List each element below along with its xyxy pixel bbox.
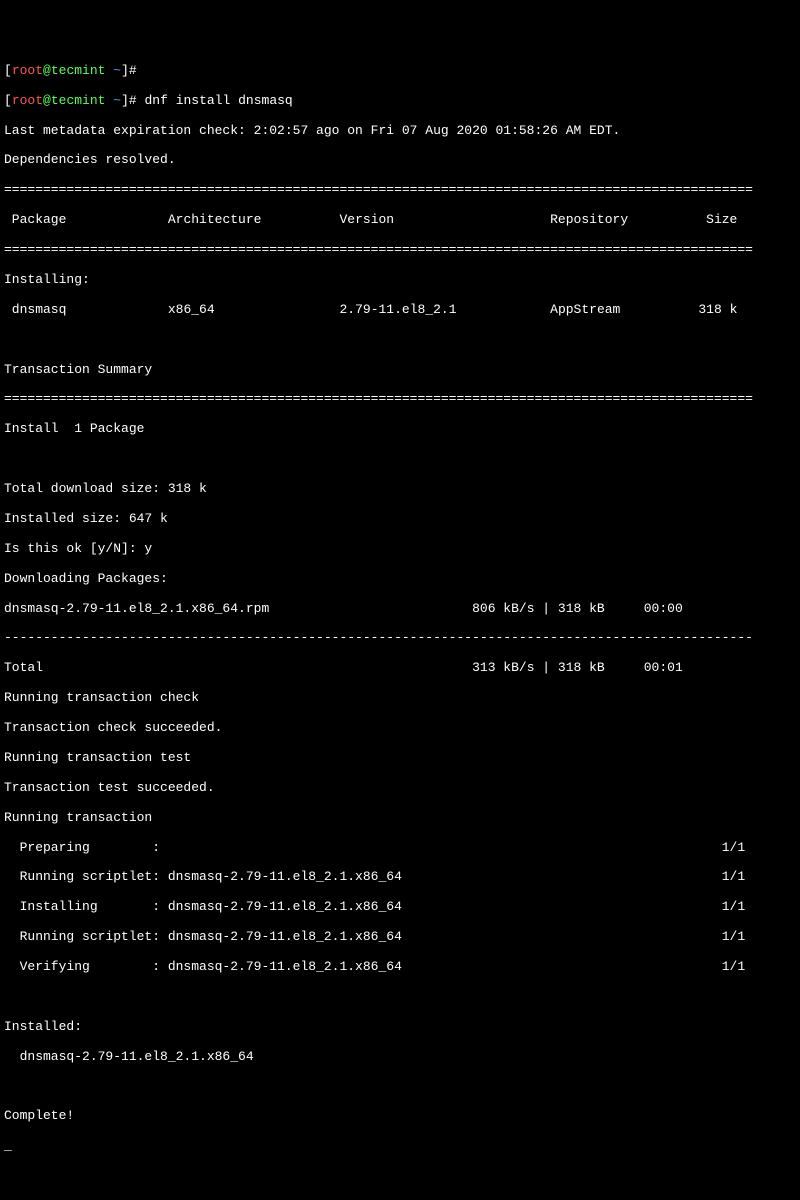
table-row: dnsmasq x86_64 2.79-11.el8_2.1 AppStream…: [4, 303, 796, 318]
deps-line: Dependencies resolved.: [4, 153, 796, 168]
pkg-repo: AppStream: [550, 302, 620, 317]
trans-check: Running transaction check: [4, 691, 796, 706]
step-row: Running scriptlet: dnsmasq-2.79-11.el8_2…: [4, 870, 796, 885]
total-row: Total 313 kB/s | 318 kB 00:01: [4, 661, 796, 676]
step-ratio: 1/1: [722, 899, 745, 914]
step-prep: Preparing :: [4, 840, 160, 855]
separator: ========================================…: [4, 183, 796, 198]
step-ratio: 1/1: [722, 959, 745, 974]
test-ok: Transaction test succeeded.: [4, 781, 796, 796]
separator: ========================================…: [4, 243, 796, 258]
installing-label: Installing:: [4, 273, 796, 288]
pkg-size: 318 k: [698, 302, 737, 317]
rpm-speed: 806 kB/s | 318 kB: [472, 601, 605, 616]
step-ratio: 1/1: [722, 929, 745, 944]
col-package: Package: [4, 212, 66, 227]
blank: [4, 452, 796, 467]
blank: [4, 333, 796, 348]
bracket: [: [4, 63, 12, 78]
blank: [4, 990, 796, 1005]
step-scriptlet: Running scriptlet: dnsmasq-2.79-11.el8_2…: [4, 869, 402, 884]
complete: Complete!: [4, 1109, 796, 1124]
total-time: 00:01: [644, 660, 683, 675]
step-install: Installing : dnsmasq-2.79-11.el8_2.1.x86…: [4, 899, 402, 914]
installed-label: Installed:: [4, 1020, 796, 1035]
confirm-prompt[interactable]: Is this ok [y/N]: y: [4, 542, 796, 557]
step-scriptlet: Running scriptlet: dnsmasq-2.79-11.el8_2…: [4, 929, 402, 944]
prompt-host: tecmint: [51, 63, 106, 78]
rpm-time: 00:00: [644, 601, 683, 616]
metadata-line: Last metadata expiration check: 2:02:57 …: [4, 124, 796, 139]
bracket: ]: [121, 63, 129, 78]
separator: ========================================…: [4, 392, 796, 407]
prompt-at: @: [43, 93, 51, 108]
prompt-path: ~: [113, 63, 121, 78]
pkg-version: 2.79-11.el8_2.1: [339, 302, 456, 317]
step-ratio: 1/1: [722, 869, 745, 884]
downloading-label: Downloading Packages:: [4, 572, 796, 587]
install-count: Install 1 Package: [4, 422, 796, 437]
prompt-hash: #: [129, 93, 137, 108]
pkg-name: dnsmasq: [4, 302, 66, 317]
command-text: dnf install dnsmasq: [137, 93, 293, 108]
check-ok: Transaction check succeeded.: [4, 721, 796, 736]
installed-pkg: dnsmasq-2.79-11.el8_2.1.x86_64: [4, 1050, 796, 1065]
cursor[interactable]: _: [4, 1139, 796, 1154]
prompt-hash: #: [129, 63, 137, 78]
prompt-line-2[interactable]: [root@tecmint ~]# dnf install dnsmasq: [4, 94, 796, 109]
prompt-host: tecmint: [51, 93, 106, 108]
col-size: Size: [706, 212, 737, 227]
dash-separator: ----------------------------------------…: [4, 631, 796, 646]
step-row: Verifying : dnsmasq-2.79-11.el8_2.1.x86_…: [4, 960, 796, 975]
download-size: Total download size: 318 k: [4, 482, 796, 497]
total-label: Total: [4, 660, 43, 675]
prompt-user: root: [12, 93, 43, 108]
step-row: Running scriptlet: dnsmasq-2.79-11.el8_2…: [4, 930, 796, 945]
rpm-file: dnsmasq-2.79-11.el8_2.1.x86_64.rpm: [4, 601, 269, 616]
running-trans: Running transaction: [4, 811, 796, 826]
prompt-line-1: [root@tecmint ~]#: [4, 64, 796, 79]
blank: [4, 1080, 796, 1095]
download-row: dnsmasq-2.79-11.el8_2.1.x86_64.rpm 806 k…: [4, 602, 796, 617]
prompt-user: root: [12, 63, 43, 78]
trans-test: Running transaction test: [4, 751, 796, 766]
col-arch: Architecture: [168, 212, 262, 227]
prompt-at: @: [43, 63, 51, 78]
trans-summary-label: Transaction Summary: [4, 363, 796, 378]
step-verify: Verifying : dnsmasq-2.79-11.el8_2.1.x86_…: [4, 959, 402, 974]
step-row: Preparing : 1/1: [4, 841, 796, 856]
col-repo: Repository: [550, 212, 628, 227]
table-header: Package Architecture Version Repository …: [4, 213, 796, 228]
step-row: Installing : dnsmasq-2.79-11.el8_2.1.x86…: [4, 900, 796, 915]
pkg-arch: x86_64: [168, 302, 215, 317]
installed-size: Installed size: 647 k: [4, 512, 796, 527]
total-speed: 313 kB/s | 318 kB: [472, 660, 605, 675]
step-ratio: 1/1: [722, 840, 745, 855]
col-version: Version: [339, 212, 394, 227]
prompt-path: ~: [113, 93, 121, 108]
